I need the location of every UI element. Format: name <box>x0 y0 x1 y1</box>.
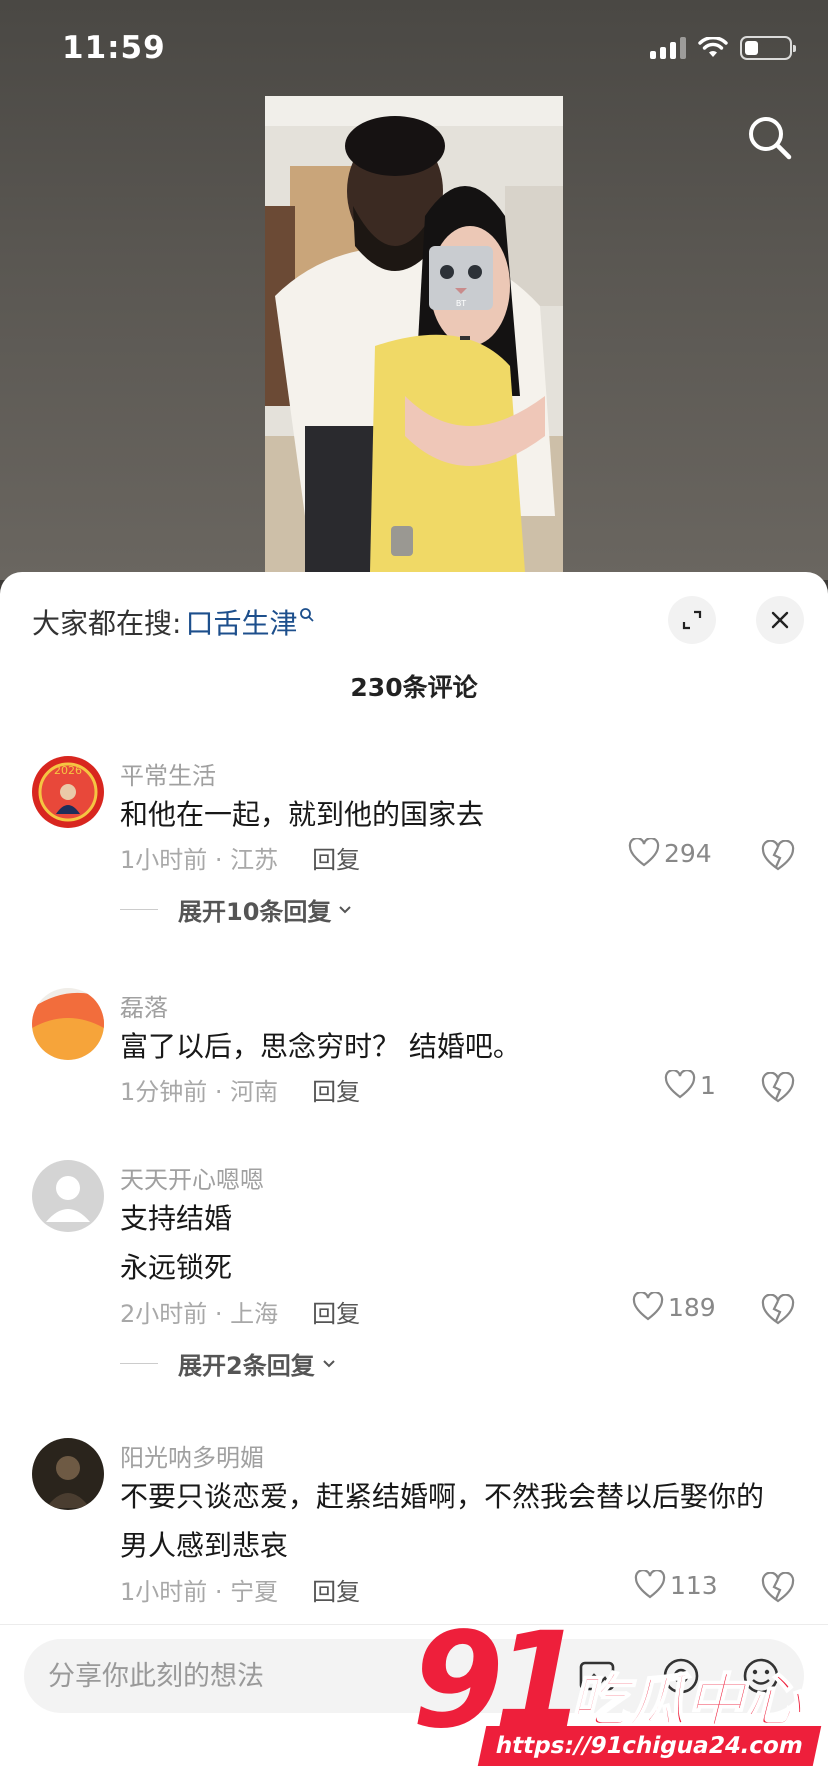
avatar[interactable] <box>32 988 104 1060</box>
dislike-button[interactable] <box>760 1571 796 1606</box>
comment-time-location: 1小时前 · 宁夏 <box>120 1578 279 1606</box>
comment-count: 230条评论 <box>350 673 478 702</box>
expand-replies[interactable]: 展开2条回复 <box>120 1346 337 1381</box>
chevron-down-icon <box>339 905 352 913</box>
comment-meta: 1小时前 · 宁夏 回复 <box>120 1572 360 1607</box>
reply-button[interactable]: 回复 <box>312 1572 360 1607</box>
video-thumbnail: BT <box>265 96 563 572</box>
heart-icon <box>634 1570 666 1599</box>
comment-time-location: 1分钟前 · 河南 <box>120 1078 279 1106</box>
heart-icon <box>628 838 660 867</box>
comment-item: 天天开心嗯嗯 支持结婚 永远锁死 2小时前 · 上海 回复 189 展开2条回复 <box>0 1152 828 1392</box>
battery-icon <box>740 36 796 60</box>
like-button[interactable]: 113 <box>634 1570 718 1600</box>
status-time: 11:59 <box>62 30 166 66</box>
comment-meta: 1小时前 · 江苏 回复 <box>120 840 360 875</box>
comment-item: 2026 平常生活 和他在一起，就到他的国家去 1小时前 · 江苏 回复 294 <box>0 748 828 948</box>
broken-heart-icon <box>761 1571 795 1603</box>
avatar-image <box>32 988 104 1060</box>
like-button[interactable]: 1 <box>664 1070 716 1100</box>
reply-button[interactable]: 回复 <box>312 840 360 875</box>
face-sticker-label: BT <box>456 299 466 308</box>
broken-heart-icon <box>761 1071 795 1103</box>
expand-replies-label: 展开10条回复 <box>178 898 332 926</box>
comment-text-line-1: 支持结婚 <box>120 1202 233 1235</box>
status-icons <box>650 36 796 60</box>
comment-text-line-2: 永远锁死 <box>120 1251 233 1284</box>
comment-item: 磊落 富了以后，思念穷时？ 结婚吧。 1分钟前 · 河南 回复 1 <box>0 980 828 1130</box>
video-frame[interactable]: BT <box>265 96 563 572</box>
search-button[interactable] <box>744 112 796 164</box>
dislike-button[interactable] <box>760 1293 796 1328</box>
avatar[interactable] <box>32 1160 104 1232</box>
search-icon <box>749 117 792 160</box>
expand-replies[interactable]: 展开10条回复 <box>120 892 353 927</box>
comment-time-location: 2小时前 · 上海 <box>120 1300 279 1328</box>
comment-time-location: 1小时前 · 江苏 <box>120 846 279 874</box>
dislike-button[interactable] <box>760 1071 796 1106</box>
comment-text: 富了以后，思念穷时？ 结婚吧。 <box>120 1030 521 1063</box>
expand-replies-label: 展开2条回复 <box>178 1352 315 1380</box>
like-button[interactable]: 189 <box>632 1292 716 1322</box>
hot-search-label: 大家都在搜: <box>32 607 182 640</box>
fullscreen-button[interactable] <box>668 596 716 644</box>
avatar-image <box>32 1160 104 1232</box>
comment-text-line-1: 不要只谈恋爱，赶紧结婚啊，不然我会替以后娶你的 <box>120 1480 765 1513</box>
avatar-image: 2026 <box>32 756 104 828</box>
avatar[interactable] <box>32 1438 104 1510</box>
like-count: 189 <box>668 1292 716 1322</box>
comment-username[interactable]: 阳光呐多明媚 <box>120 1438 264 1473</box>
wifi-icon <box>698 37 728 57</box>
broken-heart-icon <box>761 1293 795 1325</box>
reply-button[interactable]: 回复 <box>312 1072 360 1107</box>
watermark-url: https://91chigua24.com <box>477 1726 822 1766</box>
like-count: 113 <box>670 1570 718 1600</box>
comment-meta: 2小时前 · 上海 回复 <box>120 1294 360 1329</box>
comment-text: 和他在一起，就到他的国家去 <box>120 798 485 831</box>
expand-icon <box>682 610 702 630</box>
comment-username[interactable]: 天天开心嗯嗯 <box>120 1160 264 1195</box>
avatar-image <box>32 1438 104 1510</box>
hot-search[interactable]: 大家都在搜: 口舌生津 <box>32 602 315 642</box>
avatar[interactable]: 2026 <box>32 756 104 828</box>
heart-icon <box>664 1070 696 1099</box>
comment-username[interactable]: 平常生活 <box>120 756 216 791</box>
heart-icon <box>632 1292 664 1321</box>
reply-button[interactable]: 回复 <box>312 1294 360 1329</box>
chevron-down-icon <box>322 1359 335 1367</box>
divider-line <box>120 1363 158 1364</box>
comment-meta: 1分钟前 · 河南 回复 <box>120 1072 360 1107</box>
hot-search-keyword[interactable]: 口舌生津 <box>185 602 297 642</box>
dislike-button[interactable] <box>760 839 796 874</box>
close-button[interactable] <box>756 596 804 644</box>
close-icon <box>771 611 789 629</box>
svg-text:2026: 2026 <box>54 764 82 777</box>
signal-icon <box>650 37 686 59</box>
small-search-icon <box>300 608 315 622</box>
like-button[interactable]: 294 <box>628 838 712 868</box>
like-count: 1 <box>700 1070 716 1100</box>
comment-item: 阳光呐多明媚 不要只谈恋爱，赶紧结婚啊，不然我会替以后娶你的 男人感到悲哀 1小… <box>0 1430 828 1620</box>
comment-username[interactable]: 磊落 <box>120 988 168 1023</box>
site-watermark: 91 吃瓜中心 https://91chigua24.com <box>412 1604 822 1784</box>
comment-text-line-2: 男人感到悲哀 <box>120 1529 289 1562</box>
status-bar: 11:59 <box>0 0 828 100</box>
like-count: 294 <box>664 838 712 868</box>
divider-line <box>120 909 158 910</box>
broken-heart-icon <box>761 839 795 871</box>
